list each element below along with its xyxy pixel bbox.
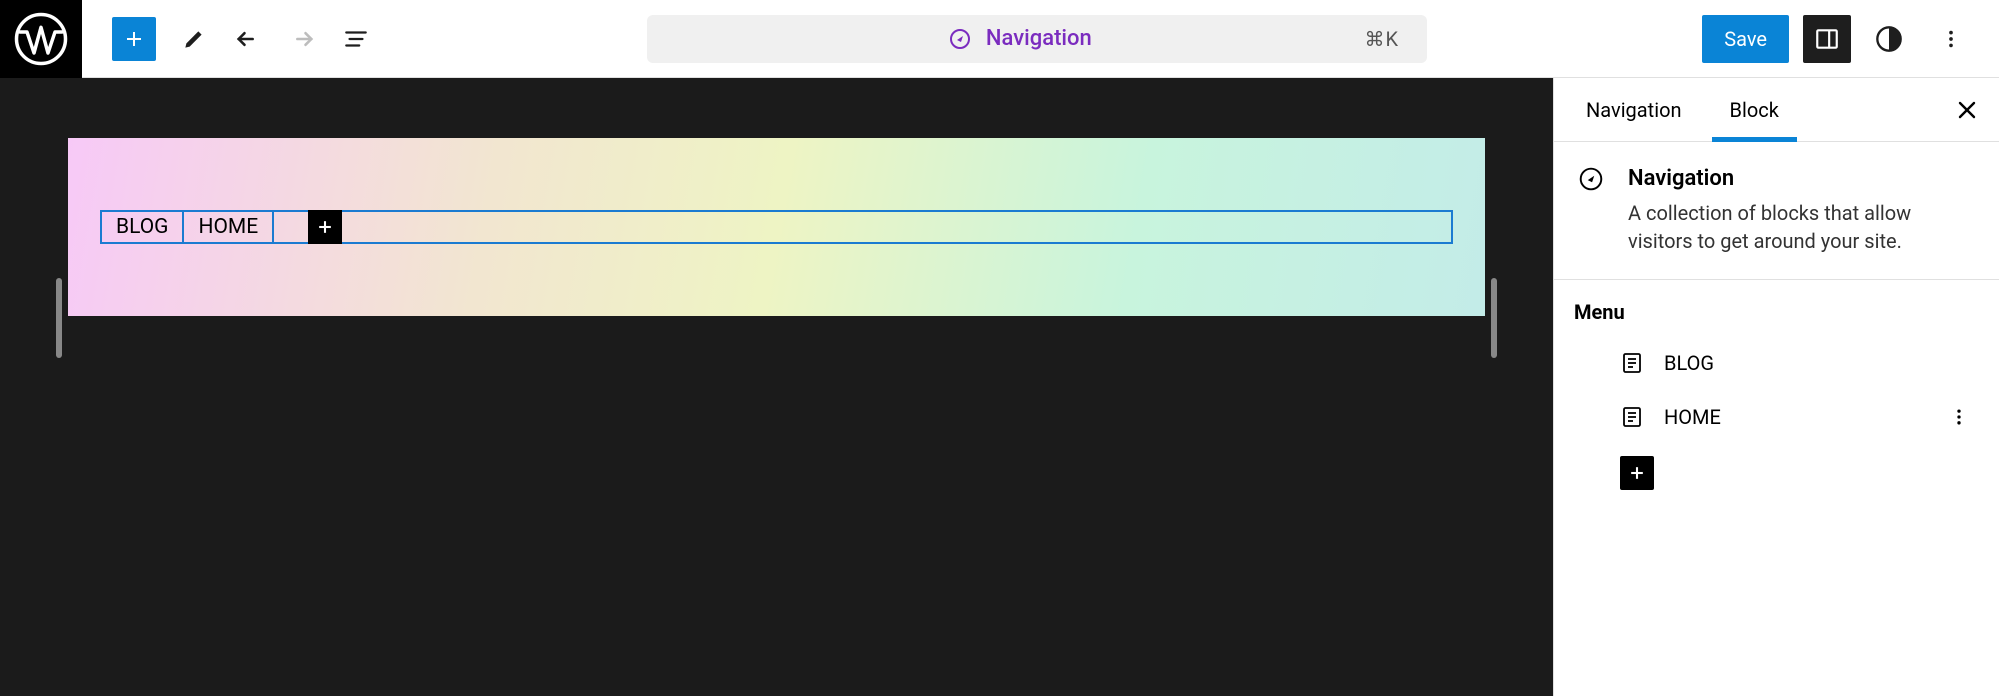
top-toolbar: Navigation ⌘K Save	[0, 0, 1999, 78]
command-bar-label: Navigation	[986, 26, 1092, 51]
block-description: A collection of blocks that allow visito…	[1628, 199, 1975, 255]
settings-sidebar-toggle[interactable]	[1803, 15, 1851, 63]
wordpress-logo[interactable]	[0, 0, 82, 78]
resize-handle-left[interactable]	[56, 278, 62, 358]
document-overview-button[interactable]	[340, 23, 372, 55]
toolbar-right-group: Save	[1702, 15, 1975, 63]
page-icon	[1620, 351, 1644, 375]
command-bar[interactable]: Navigation ⌘K	[647, 15, 1427, 63]
nav-link-blog[interactable]: BLOG	[102, 212, 184, 242]
save-button[interactable]: Save	[1702, 15, 1789, 63]
toolbar-left-group	[82, 17, 372, 61]
command-bar-shortcut: ⌘K	[1365, 27, 1400, 51]
menu-item-actions-button[interactable]	[1949, 407, 1979, 427]
menu-panel: Menu BLOG HOME	[1554, 280, 1999, 490]
block-title: Navigation	[1628, 166, 1975, 191]
compass-icon	[948, 27, 972, 51]
cover-block[interactable]: BLOG HOME	[68, 138, 1485, 316]
menu-add-item-button[interactable]	[1620, 456, 1654, 490]
edit-tool-button[interactable]	[178, 23, 210, 55]
tab-navigation[interactable]: Navigation	[1574, 78, 1694, 141]
menu-item-blog[interactable]: BLOG	[1620, 344, 1979, 382]
navigation-block[interactable]: BLOG HOME	[100, 210, 1453, 244]
settings-sidebar: Navigation Block Navigation A collection…	[1553, 78, 1999, 696]
menu-heading: Menu	[1574, 300, 1979, 324]
add-block-button[interactable]	[112, 17, 156, 61]
tab-block[interactable]: Block	[1718, 78, 1791, 141]
nav-block-empty-area[interactable]	[342, 212, 1451, 242]
styles-button[interactable]	[1865, 15, 1913, 63]
menu-item-home[interactable]: HOME	[1620, 398, 1979, 436]
editor-canvas[interactable]: BLOG HOME	[0, 78, 1553, 696]
nav-add-item-button[interactable]	[308, 210, 342, 244]
nav-link-home[interactable]: HOME	[184, 212, 274, 242]
sidebar-tabs: Navigation Block	[1554, 78, 1999, 142]
undo-button[interactable]	[232, 23, 264, 55]
menu-item-label: BLOG	[1664, 351, 1714, 375]
close-sidebar-button[interactable]	[1955, 98, 1979, 122]
redo-button[interactable]	[286, 23, 318, 55]
more-options-button[interactable]	[1927, 15, 1975, 63]
compass-icon	[1578, 166, 1604, 192]
page-icon	[1620, 405, 1644, 429]
menu-item-label: HOME	[1664, 405, 1721, 429]
resize-handle-right[interactable]	[1491, 278, 1497, 358]
block-info-panel: Navigation A collection of blocks that a…	[1554, 142, 1999, 280]
